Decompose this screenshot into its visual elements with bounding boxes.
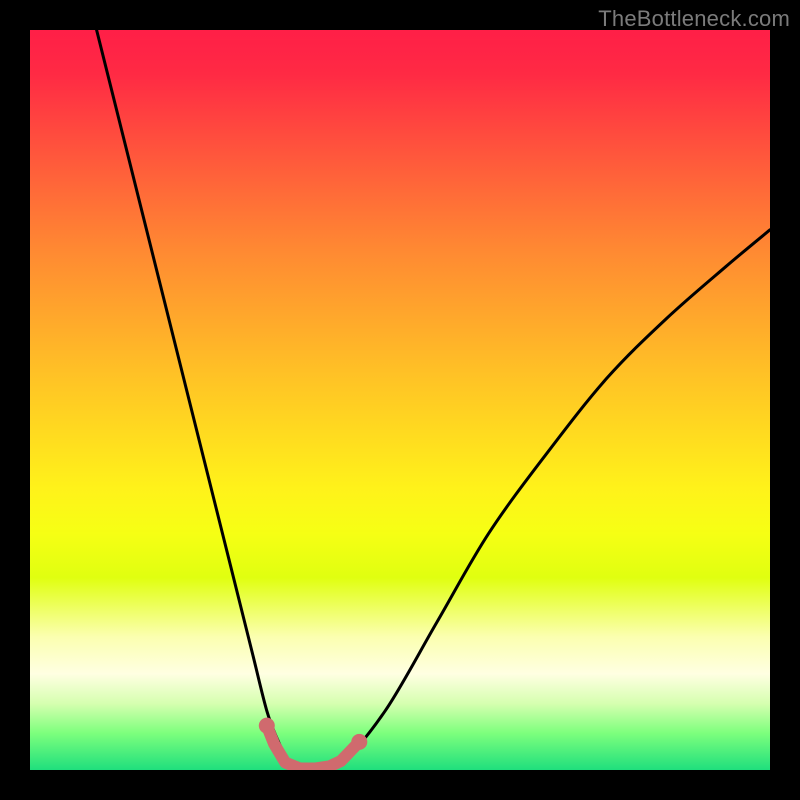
marker-endpoint (351, 734, 367, 750)
plot-area (30, 30, 770, 770)
watermark-text: TheBottleneck.com (598, 6, 790, 32)
marker-endpoint (259, 718, 275, 734)
marker-segment (267, 726, 360, 769)
bottleneck-curve (97, 30, 770, 770)
chart-container: TheBottleneck.com (0, 0, 800, 800)
curve-svg (30, 30, 770, 770)
